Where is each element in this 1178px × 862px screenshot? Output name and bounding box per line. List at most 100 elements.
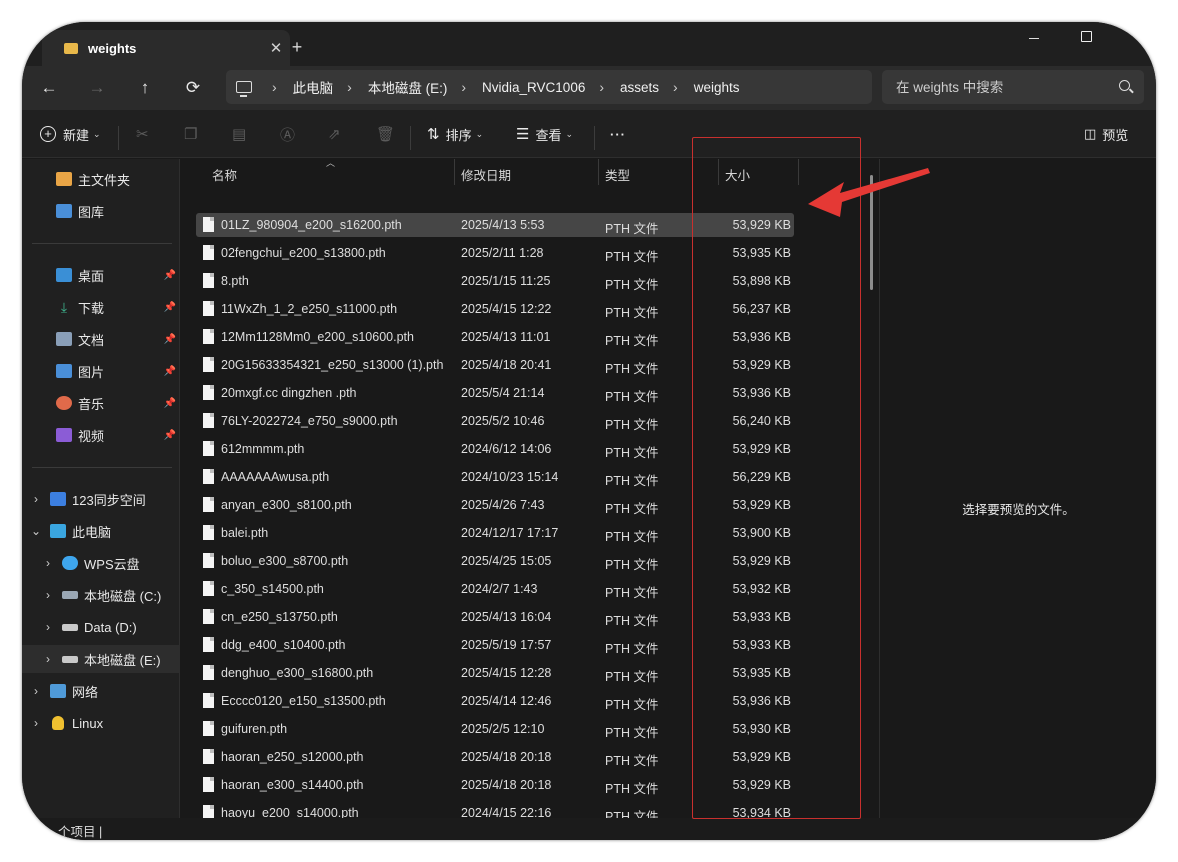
copy-button[interactable]: ❐ <box>184 120 203 148</box>
chevron-right-icon[interactable]: › <box>599 79 604 95</box>
sidebar-item-network[interactable]: › 网络 <box>22 677 180 705</box>
chevron-right-icon[interactable]: › <box>42 652 54 666</box>
chevron-right-icon[interactable]: › <box>461 79 466 95</box>
search-box[interactable] <box>882 70 1144 104</box>
preview-button[interactable]: ◫ 预览 <box>1084 120 1128 148</box>
file-type: PTH 文件 <box>605 558 659 572</box>
chevron-right-icon[interactable]: › <box>42 620 54 634</box>
breadcrumb-drive-e[interactable]: 本地磁盘 (E:) <box>368 77 448 97</box>
file-icon <box>203 553 214 568</box>
file-name: 20mxgf.cc dingzhen .pth <box>221 386 357 400</box>
file-date: 2025/5/2 10:46 <box>461 414 545 428</box>
search-input[interactable] <box>896 79 1106 95</box>
file-type: PTH 文件 <box>605 390 659 404</box>
file-type: PTH 文件 <box>605 670 659 684</box>
address-bar[interactable]: › 此电脑 › 本地磁盘 (E:) › Nvidia_RVC1006 › ass… <box>226 70 872 104</box>
breadcrumb-weights[interactable]: weights <box>694 80 740 95</box>
cut-button[interactable]: ✂ <box>136 120 155 148</box>
plus-circle-icon: + <box>40 126 56 142</box>
breadcrumb-assets[interactable]: assets <box>620 80 659 95</box>
delete-button[interactable]: 🗑 <box>376 120 401 148</box>
share-button[interactable]: ⇗ <box>328 120 347 148</box>
sidebar-item-label: Data (D:) <box>84 619 137 635</box>
clipboard-icon: ▤ <box>232 126 247 143</box>
chevron-right-icon[interactable]: › <box>30 492 42 506</box>
minimize-button[interactable] <box>1022 26 1046 50</box>
column-divider[interactable] <box>454 159 455 185</box>
file-type: PTH 文件 <box>605 586 659 600</box>
sort-label: 排序 <box>445 127 472 143</box>
sidebar-item-label: 桌面 <box>78 268 105 284</box>
navigation-bar: ← → ↑ ⟳ › 此电脑 › 本地磁盘 (E:) › Nvidia_RVC10… <box>22 66 1156 110</box>
new-button[interactable]: + 新建 ⌄ <box>40 120 101 148</box>
chevron-right-icon[interactable]: › <box>42 556 54 570</box>
file-type: PTH 文件 <box>605 530 659 544</box>
pin-icon: 📌 <box>163 333 176 345</box>
scissors-icon: ✂ <box>136 126 149 143</box>
sidebar-item-123-sync[interactable]: › 123同步空间 <box>22 485 180 513</box>
sidebar-item-documents[interactable]: 文档 📌 <box>22 325 180 353</box>
gallery-icon <box>56 204 72 218</box>
chevron-right-icon[interactable]: › <box>30 684 42 698</box>
sidebar-item-downloads[interactable]: ⤓ 下载 📌 <box>22 293 180 321</box>
this-pc-icon <box>50 524 66 538</box>
column-type[interactable]: 类型 <box>605 165 630 184</box>
sidebar-item-this-pc[interactable]: ⌄ 此电脑 <box>22 517 180 545</box>
file-name: 76LY-2022724_e750_s9000.pth <box>221 414 398 428</box>
file-type: PTH 文件 <box>605 250 659 264</box>
sidebar-item-wps-cloud[interactable]: › WPS云盘 <box>22 549 180 577</box>
breadcrumb-nvidia-rvc[interactable]: Nvidia_RVC1006 <box>482 80 585 95</box>
file-icon <box>203 385 214 400</box>
sort-caret-icon: ︿ <box>326 159 336 168</box>
sidebar-item-drive-d[interactable]: › Data (D:) <box>22 613 180 641</box>
chevron-right-icon[interactable]: › <box>30 716 42 730</box>
refresh-button[interactable]: ⟳ <box>178 74 208 102</box>
sidebar-item-drive-e[interactable]: › 本地磁盘 (E:) <box>22 645 180 673</box>
view-button[interactable]: ☰ 查看 ⌄ <box>516 120 573 148</box>
search-icon[interactable] <box>1119 80 1130 91</box>
folder-icon <box>64 42 78 54</box>
rename-button[interactable]: Ⓐ <box>280 120 301 148</box>
sidebar-item-drive-c[interactable]: › 本地磁盘 (C:) <box>22 581 180 609</box>
drive-c-icon <box>62 591 78 599</box>
file-name: 612mmmm.pth <box>221 442 305 456</box>
forward-button[interactable]: → <box>82 74 112 102</box>
chevron-right-icon[interactable]: › <box>347 79 352 95</box>
more-options-button[interactable]: ··· <box>610 120 626 148</box>
column-divider[interactable] <box>598 159 599 185</box>
sidebar-item-videos[interactable]: 视频 📌 <box>22 421 180 449</box>
status-bar: 个项目 | <box>22 818 1156 840</box>
back-button[interactable]: ← <box>34 74 64 102</box>
file-name: anyan_e300_s8100.pth <box>221 498 352 512</box>
file-icon <box>203 217 214 232</box>
file-name: 20G15633354321_e250_s13000 (1).pth <box>221 358 444 372</box>
up-button[interactable]: ↑ <box>130 74 160 102</box>
maximize-button[interactable] <box>1075 27 1099 51</box>
breadcrumb-this-pc[interactable]: 此电脑 <box>293 77 334 97</box>
sync-space-icon <box>50 492 66 506</box>
chevron-right-icon[interactable]: › <box>42 588 54 602</box>
sidebar-item-pictures[interactable]: 图片 📌 <box>22 357 180 385</box>
sidebar-item-desktop[interactable]: 桌面 📌 <box>22 261 180 289</box>
toolbar-divider <box>410 126 411 150</box>
chevron-right-icon[interactable]: › <box>673 79 678 95</box>
sidebar-item-linux[interactable]: › Linux <box>22 709 180 737</box>
file-type: PTH 文件 <box>605 362 659 376</box>
chevron-down-icon[interactable]: ⌄ <box>30 524 42 538</box>
file-date: 2025/4/13 11:01 <box>461 330 551 344</box>
sidebar-item-music[interactable]: 音乐 📌 <box>22 389 180 417</box>
new-label: 新建 <box>63 127 90 143</box>
sidebar-item-home[interactable]: 主文件夹 <box>22 165 180 193</box>
file-name: Ecccc0120_e150_s13500.pth <box>221 694 386 708</box>
pin-icon: 📌 <box>163 397 176 409</box>
network-icon <box>50 684 66 698</box>
new-tab-button[interactable]: + <box>284 34 310 60</box>
tab-weights[interactable]: weights ✕ <box>42 30 290 66</box>
column-name[interactable]: 名称 <box>212 165 237 184</box>
paste-button[interactable]: ▤ <box>232 120 252 148</box>
chevron-right-icon[interactable]: › <box>272 79 277 95</box>
chevron-down-icon: ⌄ <box>93 128 101 139</box>
column-date[interactable]: 修改日期 <box>461 165 511 184</box>
sort-button[interactable]: ⇅ 排序 ⌄ <box>427 120 483 148</box>
sidebar-item-gallery[interactable]: 图库 <box>22 197 180 225</box>
